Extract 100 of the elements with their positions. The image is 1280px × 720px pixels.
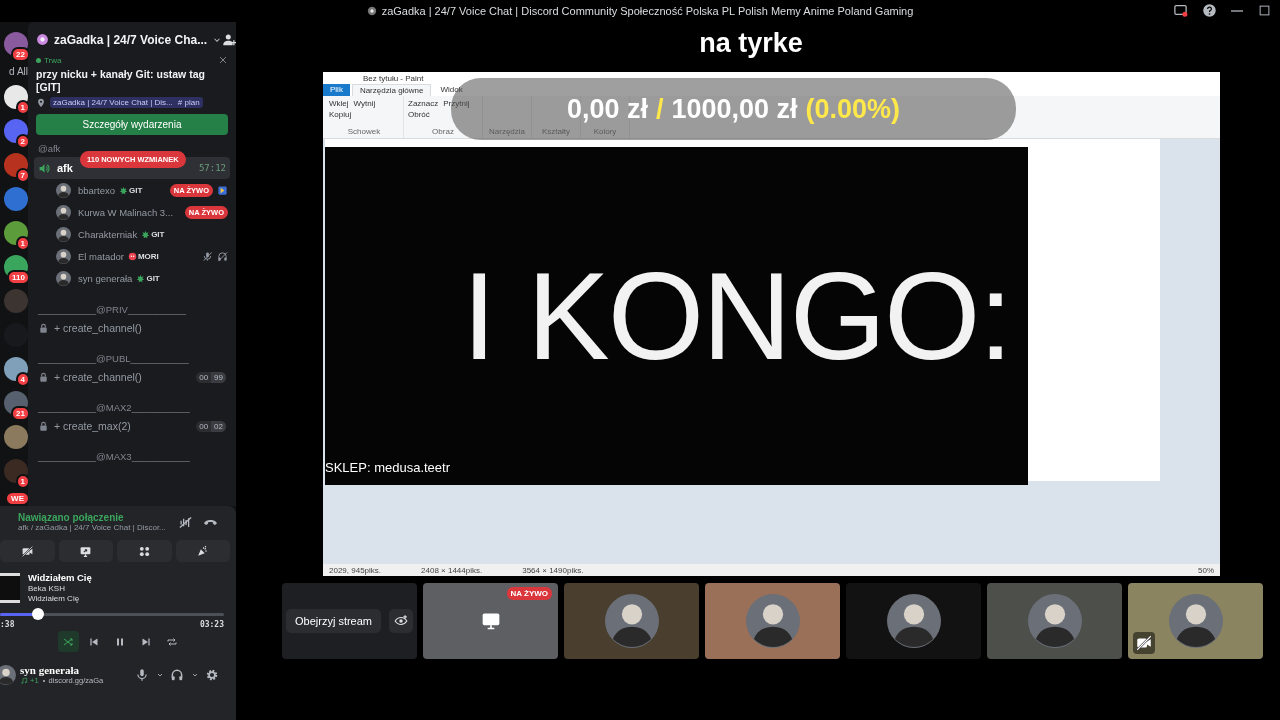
event-status: Trwa	[36, 55, 62, 65]
server-name: zaGadka | 24/7 Voice Cha...	[54, 32, 208, 47]
ribbon-tool[interactable]: Wytnij	[353, 99, 376, 108]
ribbon-tool[interactable]: Wklej	[329, 99, 349, 108]
music-note-icon	[20, 676, 28, 685]
channel-item[interactable]: + create_channel()	[34, 318, 230, 338]
server-icon	[36, 33, 49, 46]
stream-preview-tile[interactable]: NA ŻYWO	[423, 583, 558, 659]
noise-suppression-icon	[178, 514, 193, 530]
participant-tile[interactable]	[564, 583, 699, 659]
role-tag: GIT	[136, 273, 160, 283]
category-label[interactable]: ___________@MAX3___________	[34, 436, 230, 465]
participant-tile[interactable]	[1128, 583, 1263, 659]
eye-plus-icon	[394, 614, 408, 628]
channel-link[interactable]: # plan	[177, 98, 200, 107]
status-text: 3564 × 1490piks.	[522, 565, 584, 575]
ribbon-tool[interactable]: Kopiuj	[329, 110, 352, 119]
album-art	[0, 572, 20, 603]
avatar	[886, 594, 941, 648]
artist-name: Beka KSH	[28, 584, 66, 593]
shuffle-icon	[62, 635, 74, 648]
connection-status: Nawiązano połączenie	[18, 512, 125, 523]
avatar	[56, 226, 71, 242]
goal-separator: /	[655, 93, 664, 125]
elapsed-time: :38	[0, 620, 15, 629]
close-icon	[218, 55, 228, 65]
help-icon	[1202, 3, 1217, 18]
donation-goal: 1000,00 zł	[671, 93, 798, 125]
role-tag: GIT	[141, 229, 165, 239]
watch-preview-button[interactable]	[389, 609, 413, 633]
voice-member[interactable]: El matador MORI	[34, 245, 230, 267]
avatar	[745, 594, 800, 648]
camera-off-button[interactable]	[0, 540, 55, 562]
ribbon-group-label: Kolory	[593, 127, 617, 136]
ribbon-tab[interactable]: Plik	[323, 84, 350, 96]
user-limit: 00 99	[196, 371, 226, 383]
maximize-icon	[1257, 3, 1272, 18]
voice-member[interactable]: syn generała GIT	[34, 267, 230, 289]
channel-item[interactable]: + create_channel() 00 99	[34, 367, 230, 387]
watch-stream-button[interactable]: Obejrzyj stream	[286, 609, 381, 633]
repeat-icon	[166, 635, 178, 648]
stream-tile[interactable]: Obejrzyj stream	[282, 583, 417, 659]
album-name: Widziałem Cię	[28, 594, 81, 603]
settings-icon	[205, 667, 219, 682]
ribbon-group-label: Obraz	[432, 127, 454, 136]
avatar	[1168, 594, 1223, 648]
role-tag: GIT	[119, 185, 143, 195]
speaker-icon	[38, 161, 51, 175]
category-label[interactable]: ___________@MAX2___________	[34, 387, 230, 416]
avatar	[1027, 594, 1082, 648]
event-location[interactable]: zaGadka | 24/7 Voice Chat | Dis...	[53, 98, 173, 107]
goal-percent: (0.00%)	[805, 93, 901, 125]
total-time: 03:23	[199, 620, 224, 629]
apps-icon	[137, 544, 151, 558]
channel-item[interactable]: + create_max(2) 00 02	[34, 416, 230, 436]
unread-badge: 110	[7, 270, 28, 285]
category-label[interactable]: ___________@PRIV___________	[34, 289, 230, 318]
role-tag: MORI	[127, 251, 159, 261]
avatar	[56, 248, 71, 264]
live-badge: WE	[7, 493, 28, 504]
event-title: przy nicku + kanały Git: ustaw tag [GIT]	[36, 68, 206, 94]
ribbon-tab[interactable]: Narzędzia główne	[351, 84, 432, 96]
ribbon-group-label: Schowek	[347, 127, 381, 136]
ribbon-group-label: Narzędzia	[489, 127, 525, 136]
lock-icon	[38, 322, 49, 334]
unread-badge: 21	[11, 406, 28, 421]
lock-icon	[38, 420, 49, 432]
soundboard-button[interactable]	[175, 540, 230, 562]
event-details-button[interactable]: Szczegóły wydarzenia	[36, 114, 228, 135]
shuffle-button[interactable]	[57, 631, 79, 652]
stream-title: na tyrke	[699, 27, 803, 60]
image-headline: I KONGO:	[462, 246, 1011, 387]
progress-handle[interactable]	[32, 608, 45, 620]
headphones-icon	[170, 667, 184, 682]
image-caption: SKLEP: medusa.teetr	[325, 460, 450, 475]
participant-tile[interactable]	[987, 583, 1122, 659]
user-limit: 00 02	[196, 420, 226, 432]
live-badge: NA ŻYWO	[506, 587, 552, 600]
user-name: syn generała	[20, 664, 80, 676]
video-off-icon	[20, 544, 34, 558]
rail-label: d All	[9, 66, 28, 77]
participant-tile[interactable]	[846, 583, 981, 659]
screen-share-button[interactable]	[58, 540, 113, 562]
monitor-icon	[480, 611, 501, 631]
ribbon-tool[interactable]: Zaznacz	[408, 99, 439, 108]
participant-tile[interactable]	[705, 583, 840, 659]
status-text: 2029, 945piks.	[329, 565, 382, 575]
ribbon-tool[interactable]: Obróć	[408, 110, 430, 119]
inbox-icon	[1173, 3, 1188, 18]
lock-icon	[38, 371, 49, 383]
server-icon	[366, 6, 377, 16]
avatar	[604, 594, 659, 648]
avatar	[56, 270, 71, 286]
activities-button[interactable]	[117, 540, 172, 562]
voice-location[interactable]: afk / zaGadka | 24/7 Voice Chat | Discor...	[18, 523, 168, 532]
server-header[interactable]: zaGadka | 24/7 Voice Cha...	[28, 22, 236, 53]
category-label[interactable]: ___________@PUBL___________	[34, 338, 230, 367]
song-title: Widziałem Cię	[28, 572, 92, 583]
voice-member[interactable]: Charakterniak GIT	[34, 223, 230, 245]
donation-amount: 0,00 zł	[566, 93, 648, 125]
